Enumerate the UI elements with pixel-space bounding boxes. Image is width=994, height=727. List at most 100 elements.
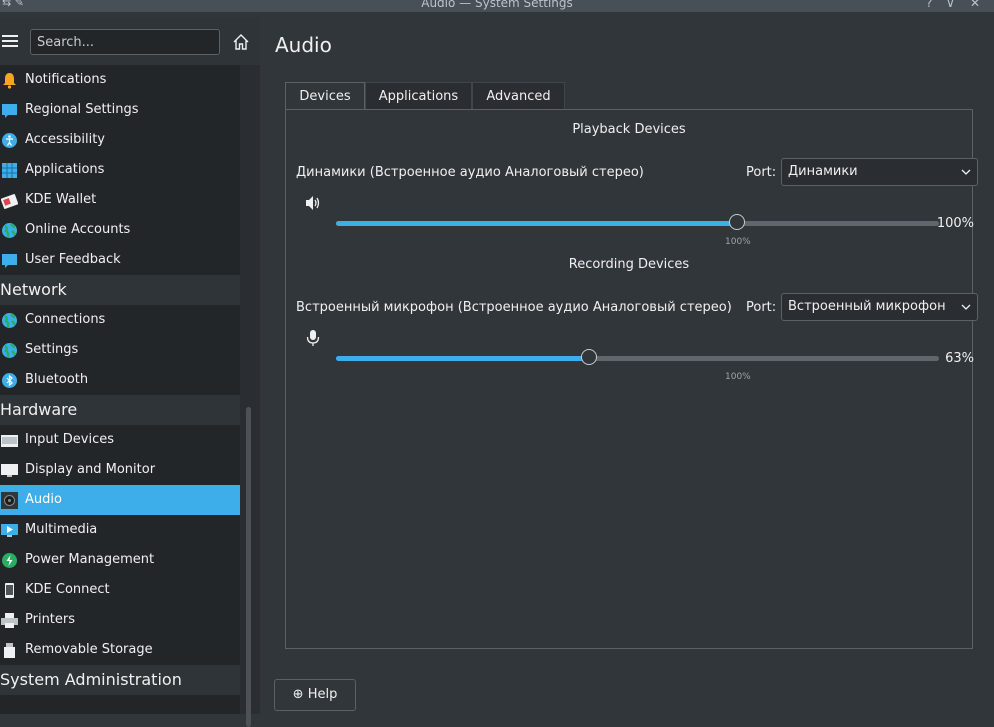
accessibility-icon — [2, 133, 17, 148]
phone-icon — [5, 583, 14, 598]
speaker-volume-icon[interactable] — [304, 194, 322, 212]
applications-grid-icon — [2, 163, 17, 178]
sidebar-item-kde-connect[interactable]: KDE Connect — [0, 575, 240, 605]
sidebar-item-label: Notifications — [25, 72, 107, 87]
home-icon[interactable] — [232, 33, 250, 51]
multimedia-icon — [1, 524, 18, 537]
printer-icon — [1, 613, 18, 628]
wallet-icon — [1, 194, 18, 209]
tab-advanced[interactable]: Advanced — [472, 82, 565, 110]
help-window-button[interactable]: ? — [926, 0, 932, 10]
sidebar-item-audio[interactable]: Audio — [0, 485, 240, 515]
playback-volume-slider[interactable] — [336, 214, 939, 230]
sidebar-item-input-devices[interactable]: Input Devices — [0, 425, 240, 455]
sidebar-item-label: Regional Settings — [25, 102, 139, 117]
usb-drive-icon — [4, 643, 15, 658]
sidebar: Notifications Regional Settings Accessib… — [0, 17, 260, 727]
playback-volume-percent: 100% — [936, 216, 974, 231]
sidebar-item-online-accounts[interactable]: Online Accounts — [0, 215, 240, 245]
category-header-hardware: Hardware — [0, 395, 240, 425]
recording-port-select[interactable]: Встроенный микрофон — [781, 293, 978, 321]
devices-panel: Playback Devices Динамики (Встроенное ау… — [285, 109, 978, 649]
sidebar-item-label: Accessibility — [25, 132, 105, 147]
power-icon — [2, 553, 17, 568]
sidebar-item-label: User Feedback — [25, 252, 121, 267]
sidebar-item-label: KDE Connect — [25, 582, 110, 597]
sidebar-item-label: Applications — [25, 162, 105, 177]
recording-port-value: Встроенный микрофон — [788, 299, 946, 314]
sidebar-item-connections[interactable]: Connections — [0, 305, 240, 335]
category-list: Notifications Regional Settings Accessib… — [0, 65, 240, 714]
sidebar-item-printers[interactable]: Printers — [0, 605, 240, 635]
category-header-network: Network — [0, 275, 240, 305]
playback-volume-fill — [336, 221, 737, 226]
hamburger-menu-icon[interactable] — [2, 35, 18, 48]
bell-icon — [3, 73, 16, 89]
minimize-window-button[interactable]: ∨ — [946, 0, 955, 10]
help-button-label: Help — [307, 687, 338, 702]
sidebar-item-label: Audio — [25, 492, 62, 507]
keyboard-icon — [1, 435, 18, 447]
sidebar-item-label: Display and Monitor — [25, 462, 156, 477]
close-window-button[interactable]: ✕ — [970, 0, 980, 10]
sidebar-item-label: Online Accounts — [25, 222, 131, 237]
microphone-icon[interactable] — [304, 329, 322, 347]
recording-volume-handle[interactable] — [581, 349, 597, 365]
sidebar-item-label: Printers — [25, 612, 76, 627]
sidebar-item-user-feedback[interactable]: User Feedback — [0, 245, 240, 275]
bluetooth-icon — [2, 373, 17, 388]
playback-device-name: Динамики (Встроенное аудио Аналоговый ст… — [296, 165, 644, 180]
playback-port-select[interactable]: Динамики — [781, 158, 978, 186]
window-title: Audio — System Settings — [421, 0, 573, 10]
chevron-down-icon — [961, 304, 971, 310]
sidebar-item-label: Multimedia — [25, 522, 98, 537]
sidebar-item-label: KDE Wallet — [25, 192, 97, 207]
search-input[interactable] — [30, 29, 220, 55]
help-button[interactable]: ⊕ Help — [274, 679, 356, 711]
recording-100-marker: 100% — [725, 372, 751, 382]
window-titlebar: ⇆ ✎ Audio — System Settings ? ∨ ✕ — [0, 0, 994, 12]
sidebar-item-label: Bluetooth — [25, 372, 89, 387]
sidebar-search-row — [0, 17, 260, 65]
sidebar-item-label: Removable Storage — [25, 642, 153, 657]
sidebar-item-notifications[interactable]: Notifications — [0, 65, 240, 95]
tab-devices[interactable]: Devices — [285, 82, 365, 111]
sidebar-item-removable-storage[interactable]: Removable Storage — [0, 635, 240, 665]
sidebar-item-bluetooth[interactable]: Bluetooth — [0, 365, 240, 395]
monitor-icon — [1, 464, 18, 477]
globe-icon — [2, 313, 17, 328]
speaker-icon — [1, 492, 18, 509]
main-content: Audio Devices Applications Advanced Play… — [261, 17, 994, 714]
globe-icon — [2, 223, 17, 238]
sidebar-item-display-monitor[interactable]: Display and Monitor — [0, 455, 240, 485]
sidebar-item-label: Input Devices — [25, 432, 115, 447]
sidebar-item-regional-settings[interactable]: Regional Settings — [0, 95, 240, 125]
feedback-icon — [2, 254, 17, 268]
playback-port-value: Динамики — [788, 164, 858, 179]
playback-100-marker: 100% — [725, 237, 751, 247]
recording-volume-percent: 63% — [945, 351, 974, 366]
page-title: Audio — [275, 33, 332, 57]
playback-volume-handle[interactable] — [729, 214, 745, 230]
regional-settings-icon — [2, 104, 17, 118]
chevron-down-icon — [961, 169, 971, 175]
sidebar-item-network-settings[interactable]: Settings — [0, 335, 240, 365]
sidebar-item-multimedia[interactable]: Multimedia — [0, 515, 240, 545]
recording-volume-slider[interactable] — [336, 349, 939, 365]
sidebar-item-applications[interactable]: Applications — [0, 155, 240, 185]
sidebar-scrollbar[interactable] — [246, 407, 251, 727]
recording-device-name: Встроенный микрофон (Встроенное аудио Ан… — [296, 300, 732, 315]
category-header-system-administration: System Administration — [0, 665, 240, 695]
recording-port-label: Port: — [746, 300, 777, 315]
sidebar-item-accessibility[interactable]: Accessibility — [0, 125, 240, 155]
playback-port-label: Port: — [746, 165, 777, 180]
sidebar-item-power-management[interactable]: Power Management — [0, 545, 240, 575]
globe-icon — [2, 343, 17, 358]
help-icon: ⊕ — [292, 687, 304, 702]
recording-section-title: Recording Devices — [568, 257, 690, 272]
sidebar-item-kde-wallet[interactable]: KDE Wallet — [0, 185, 240, 215]
sidebar-item-label: Power Management — [25, 552, 155, 567]
recording-volume-fill — [336, 356, 589, 361]
tab-applications[interactable]: Applications — [365, 82, 472, 110]
playback-section-title: Playback Devices — [572, 122, 686, 137]
